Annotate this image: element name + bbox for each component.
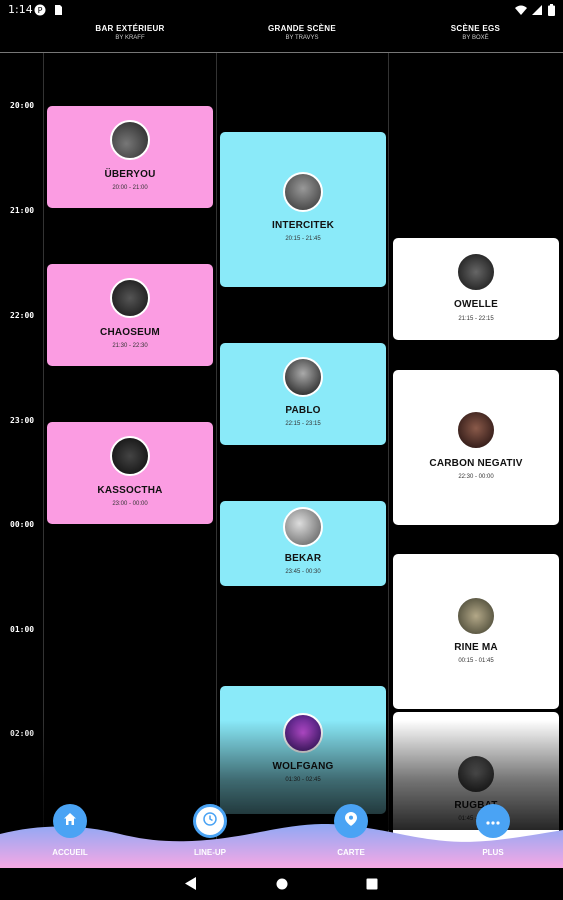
android-navigation-bar [0,868,563,900]
nav-more-label: PLUS [482,848,504,857]
artist-card-rine-ma[interactable]: RINE MA 00:15 - 01:45 [393,554,559,709]
artist-card-wolfgang[interactable]: WOLFGANG 01:30 - 02:45 [220,686,386,814]
svg-text:P: P [38,6,43,15]
time-label: 21:00 [10,206,35,215]
home-icon [63,812,77,831]
column-divider [43,53,44,853]
stage-header-bar-exterieur: BAR EXTÉRIEUR BY KRAFF [44,20,216,52]
wifi-icon [515,3,527,21]
artist-name: INTERCITEK [272,220,334,231]
stage-sponsor: BY KRAFF [115,35,145,41]
nav-lineup-label: LINE-UP [194,848,226,857]
artist-slot: 00:15 - 01:45 [458,658,494,664]
column-divider [216,53,217,853]
nav-home-label: ACCUEIL [52,848,88,857]
artist-avatar [283,357,323,397]
stage-name: GRANDE SCÈNE [267,24,337,33]
artist-name: KASSOCTHA [97,485,163,496]
nav-more-button[interactable] [476,804,510,838]
artist-avatar [456,754,496,794]
artist-card-carbon-negativ[interactable]: CARBON NEGATIV 22:30 - 00:00 [393,370,559,525]
artist-slot: 21:15 - 22:15 [458,316,494,322]
header-divider [0,52,563,53]
time-label: 20:00 [10,101,35,110]
artist-card-chaoseum[interactable]: CHAOSEUM 21:30 - 22:30 [47,264,213,366]
time-label: 01:00 [10,625,35,634]
stage-header-grande-scene: GRANDE SCÈNE BY TRAVYS [216,20,388,52]
more-icon [486,812,500,830]
artist-card-owelle[interactable]: OWELLE 21:15 - 22:15 [393,238,559,340]
artist-slot: 23:45 - 00:30 [285,569,321,575]
battery-icon [548,3,555,21]
time-label: 02:00 [10,729,35,738]
artist-avatar [110,278,150,318]
artist-card-kassoctha[interactable]: KASSOCTHA 23:00 - 00:00 [47,422,213,524]
artist-avatar [456,596,496,636]
artist-card-intercitek[interactable]: INTERCITEK 20:15 - 21:45 [220,132,386,287]
time-label: 22:00 [10,311,35,320]
artist-avatar [456,252,496,292]
nav-home-button[interactable] [53,804,87,838]
stage-name: BAR EXTÉRIEUR [95,24,165,33]
artist-avatar [110,120,150,160]
artist-avatar [283,713,323,753]
recents-icon[interactable] [366,877,378,895]
artist-slot: 20:00 - 21:00 [112,185,148,191]
artist-card-pablo[interactable]: PABLO 22:15 - 23:15 [220,343,386,445]
stage-header-scene-egs: SCÈNE EGS BY BOXÉ [388,20,563,52]
home-circle-icon[interactable] [276,877,288,895]
column-divider [388,53,389,853]
artist-card-uberyou[interactable]: ÜBERYOU 20:00 - 21:00 [47,106,213,208]
stage-name: SCÈNE EGS [450,24,501,33]
artist-name: BEKAR [284,553,322,564]
artist-slot: 01:30 - 02:45 [285,777,321,783]
time-label: 23:00 [10,416,35,425]
stage-sponsor: BY BOXÉ [462,35,489,41]
artist-slot: 21:30 - 22:30 [112,343,148,349]
signal-icon [532,3,543,21]
artist-avatar [110,436,150,476]
clock-icon [203,811,217,831]
artist-card-bekar[interactable]: BEKAR 23:45 - 00:30 [220,501,386,586]
bottom-navigation: ACCUEIL LINE-UP CARTE PLUS [0,800,563,868]
map-pin-icon [345,811,357,831]
status-time: 1:14 [8,3,33,16]
artist-name: ÜBERYOU [104,169,156,180]
artist-name: RINE MA [454,642,498,653]
time-label: 00:00 [10,520,35,529]
sd-card-icon [52,3,64,15]
artist-name: PABLO [285,405,321,416]
status-bar: 1:14 P [0,0,563,20]
nav-map-button[interactable] [334,804,368,838]
nav-lineup-button[interactable] [193,804,227,838]
artist-name: CARBON NEGATIV [429,458,523,469]
artist-name: OWELLE [454,299,498,310]
app-notification-icon: P [34,3,46,16]
artist-slot: 20:15 - 21:45 [285,236,321,242]
nav-map-label: CARTE [337,848,365,857]
artist-slot: 23:00 - 00:00 [112,501,148,507]
artist-name: WOLFGANG [272,761,334,772]
artist-slot: 22:15 - 23:15 [285,421,321,427]
artist-slot: 22:30 - 00:00 [458,474,494,480]
back-icon[interactable] [185,877,197,895]
artist-avatar [283,172,323,212]
artist-avatar [456,410,496,450]
artist-name: CHAOSEUM [100,327,160,338]
artist-avatar [283,507,323,547]
stage-sponsor: BY TRAVYS [285,35,319,41]
